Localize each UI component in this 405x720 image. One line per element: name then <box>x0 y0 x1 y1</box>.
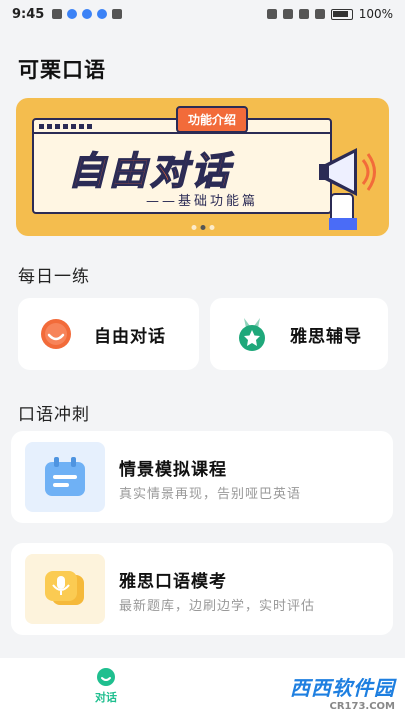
wifi-icon <box>298 9 309 19</box>
course-desc: 最新题库，边刷边学，实时评估 <box>119 599 316 614</box>
carousel-dot[interactable] <box>191 225 196 230</box>
bottom-tab-bar: 对话 西西软件园 CR173.COM <box>0 658 405 720</box>
ielts-tutor-card[interactable]: 雅思辅导 <box>210 298 388 370</box>
course-title: 雅思口语模考 <box>119 572 227 592</box>
smile-face-icon <box>41 319 71 349</box>
feature-banner[interactable]: 功能介绍 自由对话 ——基础功能篇 <box>16 98 389 236</box>
tab-dialogue[interactable]: 对话 <box>88 668 124 705</box>
banner-headline: 自由对话 <box>67 148 233 194</box>
free-talk-label: 自由对话 <box>94 326 166 347</box>
system-icons: 100% <box>266 7 393 21</box>
mute-icon <box>282 9 293 19</box>
watermark-logo: 西西软件园 CR173.COM <box>290 672 395 712</box>
banner-subtitle: ——基础功能篇 <box>146 194 259 209</box>
free-talk-card[interactable]: 自由对话 <box>18 298 199 370</box>
battery-icon <box>330 8 353 20</box>
ielts-tutor-label: 雅思辅导 <box>290 326 362 347</box>
carousel-dots <box>191 225 214 230</box>
status-time: 9:45 <box>12 6 45 22</box>
tab-label: 对话 <box>95 691 117 704</box>
star-medal-icon <box>239 318 265 351</box>
course-card-ielts-mock[interactable]: 雅思口语模考 最新题库，边刷边学，实时评估 <box>11 543 393 635</box>
microphone-chat-icon <box>45 571 84 605</box>
nfc-icon <box>266 9 277 19</box>
page-title: 可栗口语 <box>18 58 106 82</box>
chat-smile-icon <box>97 668 115 686</box>
usb-icon <box>52 9 63 19</box>
course-title: 情景模拟课程 <box>119 460 227 480</box>
carousel-dot-active[interactable] <box>200 225 205 230</box>
watermark-brand: 西西软件园 <box>290 676 395 700</box>
shield-icon <box>67 9 78 19</box>
carousel-dot[interactable] <box>209 225 214 230</box>
notification-icons <box>52 9 123 19</box>
app-icon <box>97 9 108 19</box>
course-thumb <box>25 554 105 624</box>
wechat-icon <box>112 9 123 19</box>
status-bar: 9:45 100% <box>0 0 405 28</box>
watermark-site: CR173.COM <box>329 701 395 712</box>
daily-section-title: 每日一练 <box>18 267 90 287</box>
calendar-icon <box>45 457 85 496</box>
course-desc: 真实情景再现，告别哑巴英语 <box>119 487 302 502</box>
banner-tag: 功能介绍 <box>176 106 249 133</box>
course-thumb <box>25 442 105 512</box>
bird-icon <box>82 9 93 19</box>
course-card-scenario[interactable]: 情景模拟课程 真实情景再现，告别哑巴英语 <box>11 431 393 523</box>
megaphone-icon <box>319 148 376 230</box>
sprint-section-title: 口语冲刺 <box>18 405 90 425</box>
battery-level: 100% <box>358 7 393 21</box>
alert-icon <box>314 9 325 19</box>
